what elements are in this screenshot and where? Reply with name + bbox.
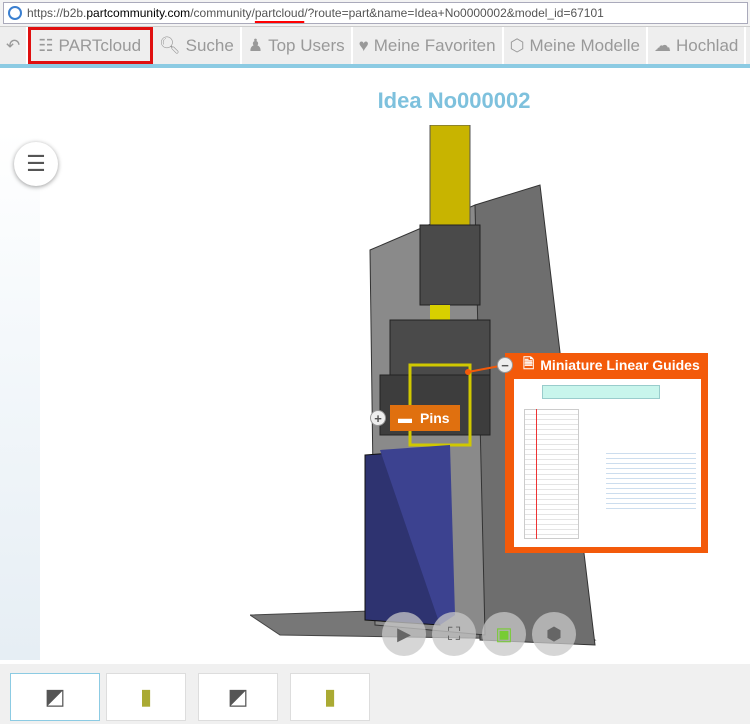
nav-label: PARTcloud: [58, 35, 142, 55]
cube-config-icon: ▣: [495, 623, 513, 644]
folder-icon: ▬: [398, 410, 412, 426]
address-bar: https://b2b. partcommunity.com/community/…: [0, 0, 750, 27]
back-button[interactable]: ↶: [0, 27, 29, 64]
collapse-minus-icon[interactable]: −: [497, 357, 513, 373]
thumbnail-3[interactable]: ◩: [198, 673, 278, 721]
nav-label: Suche: [185, 35, 234, 55]
url-query: /?route=part&name=Idea+No0000002&model_i…: [304, 6, 604, 20]
fit-view-button[interactable]: ⛶: [432, 612, 476, 656]
nav-top-users[interactable]: ♟ Top Users: [242, 27, 353, 64]
animation-button[interactable]: ▶: [382, 612, 426, 656]
list-icon: ☰: [26, 151, 46, 176]
nav-label: Hochlad: [676, 35, 739, 55]
annotation-miniature-linear-guides[interactable]: − 🗎︎ Miniature Linear Guides: [497, 353, 708, 553]
guides-label: Miniature Linear Guides: [540, 357, 700, 373]
nav-partcloud[interactable]: ☷ PARTcloud: [28, 27, 154, 64]
frame-icon: ⛶: [447, 623, 461, 644]
users-icon: ♟: [247, 35, 264, 55]
cube-icon: ⬡: [509, 35, 525, 55]
nav-favoriten[interactable]: ♥ Meine Favoriten: [353, 27, 504, 64]
thumbnail-4[interactable]: ▮: [290, 673, 370, 721]
url-path: /community/: [190, 6, 255, 20]
play-icon: ▶: [397, 623, 411, 644]
thumbnail-2[interactable]: ▮: [106, 673, 186, 721]
thumbnail-strip: ◩ ▮ ◩ ▮: [0, 664, 750, 724]
render-mode-button[interactable]: ⬢: [532, 612, 576, 656]
nav-label: Top Users: [268, 35, 345, 55]
pdf-icon: 🗎︎: [523, 355, 535, 371]
url-prefix: https://b2b.: [27, 6, 87, 20]
search-icon: 🔍︎: [159, 35, 181, 55]
nav-modelle[interactable]: ⬡ Meine Modelle: [504, 27, 648, 64]
url-domain: partcommunity.com: [86, 6, 191, 20]
back-arrow-icon: ↶: [6, 35, 21, 55]
nav-suche[interactable]: 🔍︎ Suche: [153, 27, 242, 64]
grid-icon: ☷: [38, 35, 54, 55]
nav-hochladen[interactable]: ☁ Hochlad: [648, 27, 747, 64]
top-nav: ↶ ☷ PARTcloud 🔍︎ Suche ♟ Top Users ♥ Meine F…: [0, 27, 750, 68]
pdf-preview[interactable]: [514, 379, 701, 547]
nav-label: Meine Modelle: [529, 35, 640, 55]
site-icon: [8, 6, 22, 20]
render-icon: ⬢: [546, 623, 562, 644]
configurator-button[interactable]: ▣: [482, 612, 526, 656]
annotation-pins[interactable]: + ▬ Pins: [370, 405, 460, 431]
url-field[interactable]: https://b2b. partcommunity.com/community/…: [3, 2, 748, 24]
upload-icon: ☁: [654, 35, 671, 55]
page-title: Idea No000002: [377, 88, 531, 113]
heart-icon: ♥: [358, 35, 369, 55]
thumbnail-1[interactable]: ◩: [10, 673, 100, 721]
pins-label: Pins: [420, 410, 450, 426]
side-panel: [0, 130, 40, 660]
nav-label: Meine Favoriten: [373, 35, 496, 55]
url-highlight: partcloud: [254, 6, 305, 20]
expand-plus-icon[interactable]: +: [370, 410, 386, 426]
menu-button[interactable]: ☰: [14, 142, 58, 186]
